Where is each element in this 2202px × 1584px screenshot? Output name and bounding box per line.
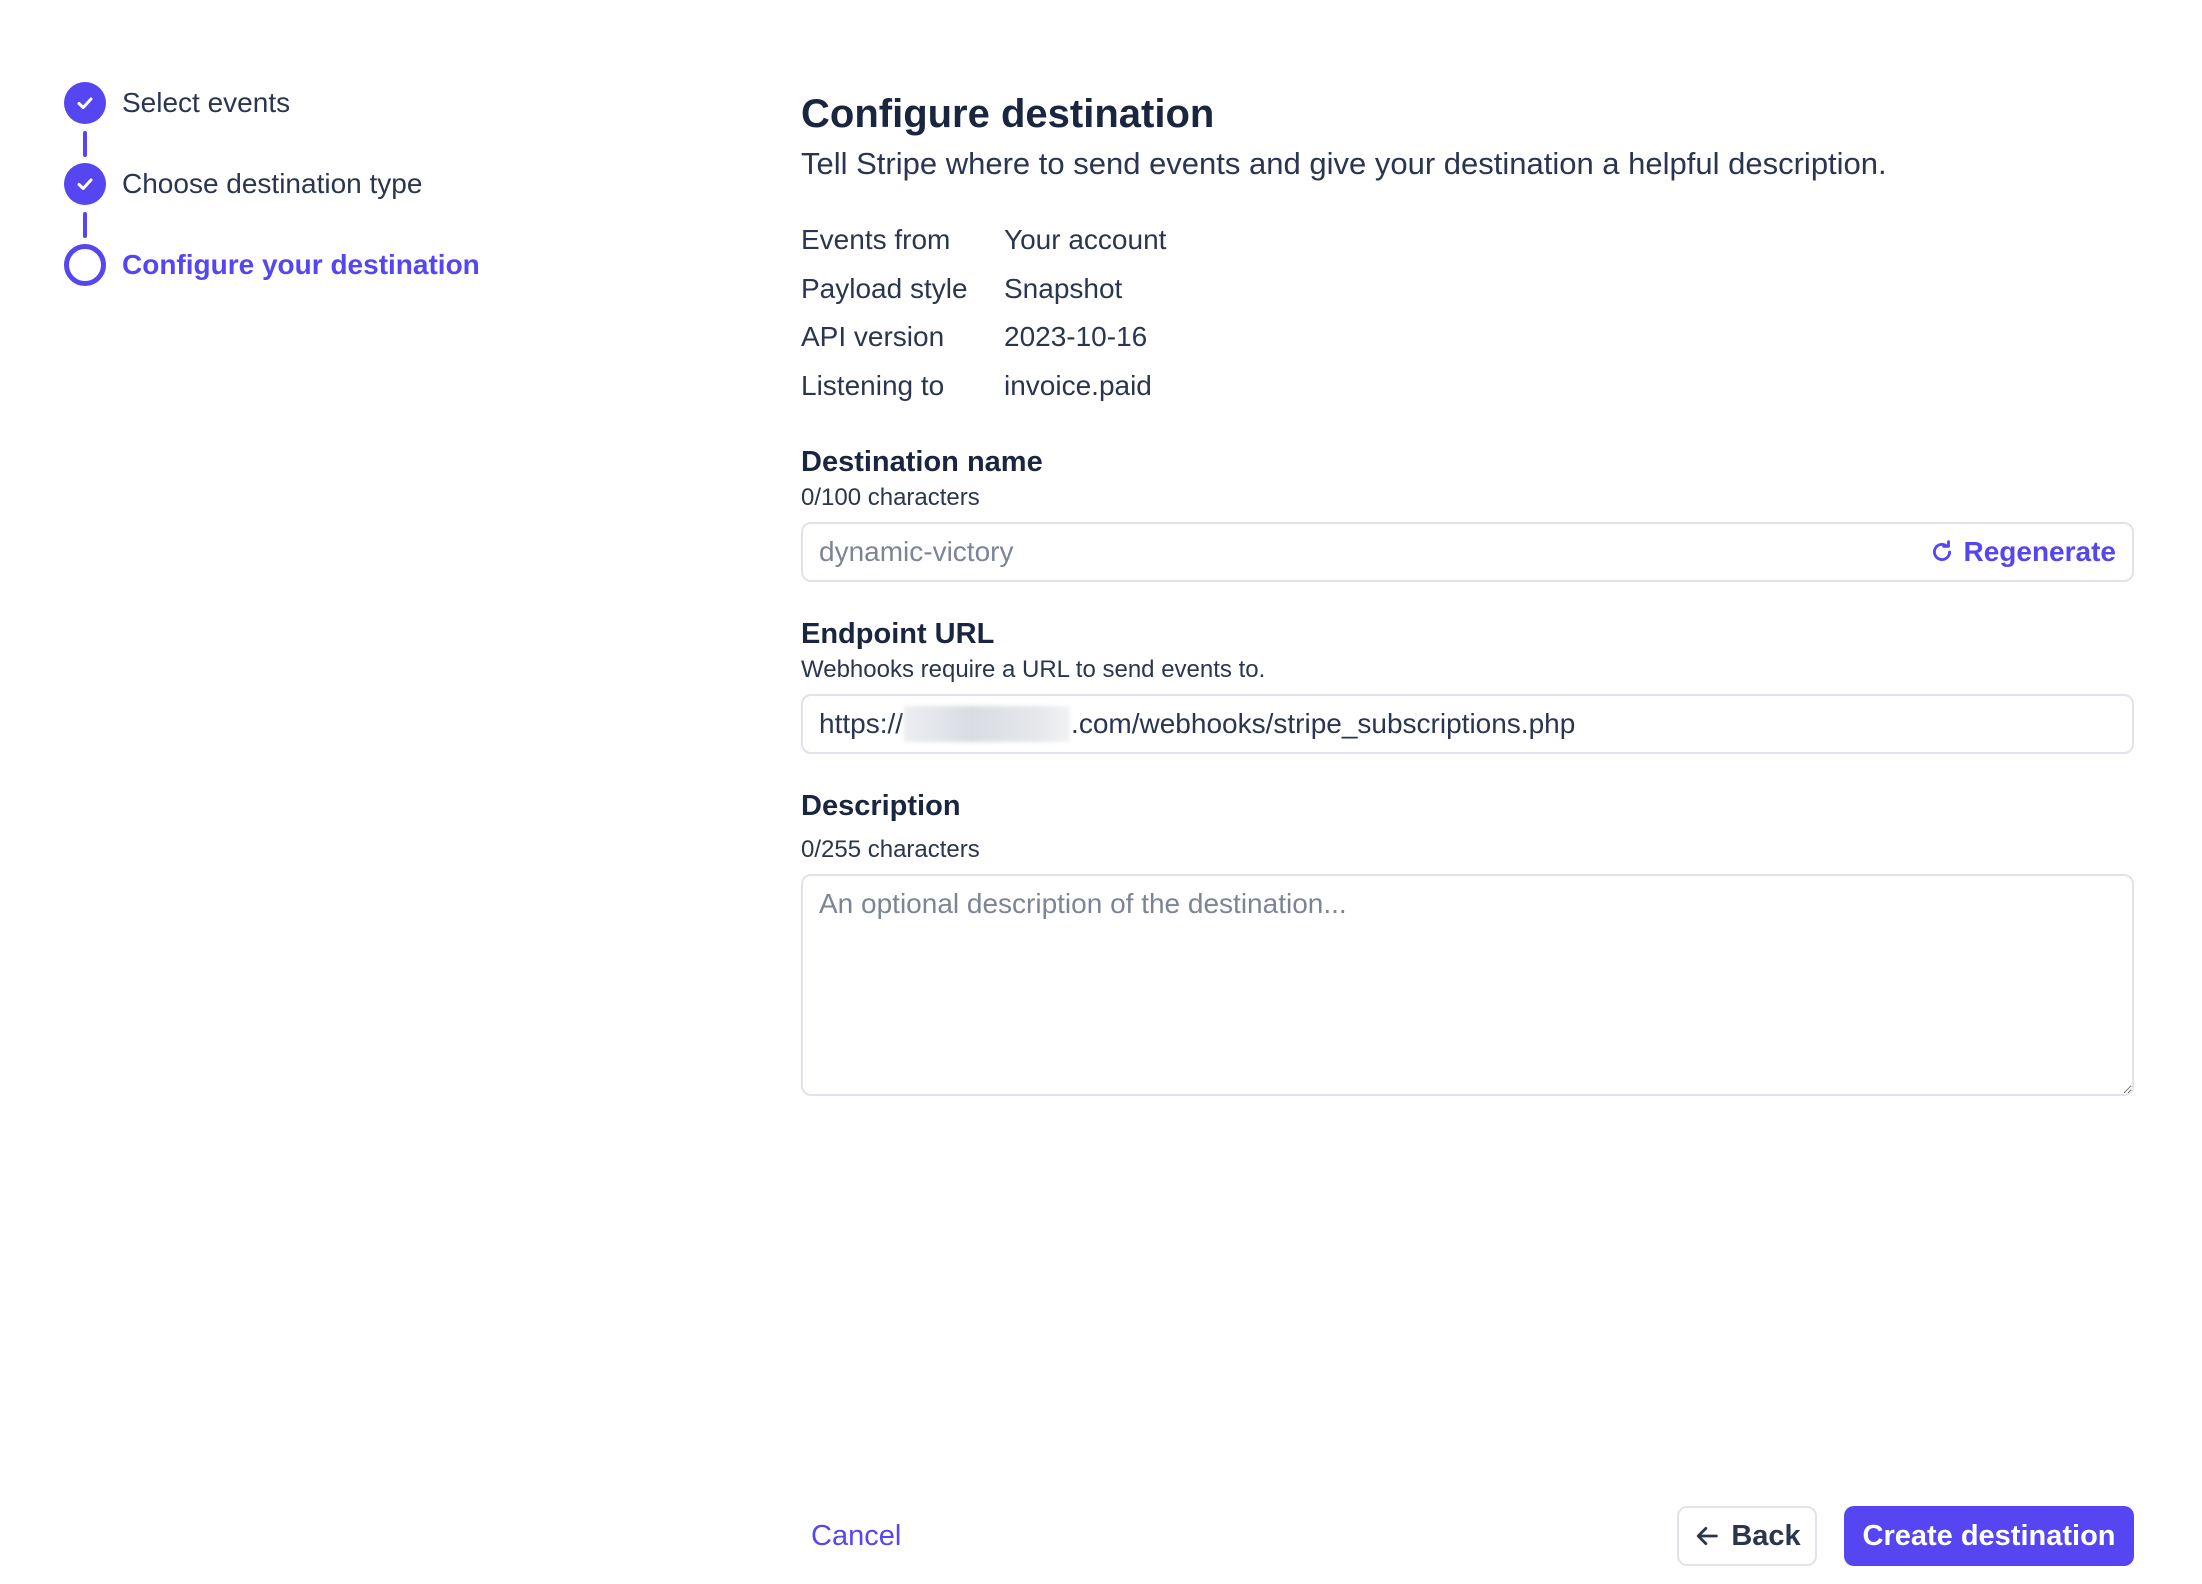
back-label: Back (1731, 1519, 1801, 1552)
summary-value: invoice.paid (1004, 369, 1152, 401)
summary-key: Listening to (801, 369, 945, 401)
refresh-icon (1933, 540, 1952, 561)
description-label: Description (801, 790, 961, 822)
step-label: Select events (122, 87, 291, 118)
step-select-events[interactable]: Select events (64, 82, 624, 163)
checkmark-icon (77, 178, 93, 190)
summary-key: Payload style (801, 272, 968, 304)
step-current-icon (64, 244, 106, 286)
destination-name-label: Destination name (801, 446, 1043, 478)
summary-value: 2023-10-16 (1004, 321, 1148, 353)
endpoint-url-label: Endpoint URL (801, 618, 995, 650)
summary-row: Events from Your account (801, 216, 2134, 265)
destination-name-field: Destination name 0/100 characters Regene… (801, 442, 2134, 582)
destination-name-input-wrapper: Regenerate (801, 522, 2134, 582)
configure-destination-form: Configure destination Tell Stripe where … (801, 88, 2134, 1096)
step-marker (64, 244, 106, 286)
summary-row: Payload style Snapshot (801, 265, 2134, 314)
endpoint-url-field: Endpoint URL Webhooks require a URL to s… (801, 614, 2134, 754)
step-marker (64, 82, 106, 157)
step-label-current: Configure your destination (122, 249, 480, 280)
page-subtitle: Tell Stripe where to send events and giv… (801, 146, 1887, 181)
endpoint-url-prefix: https:// (819, 708, 904, 739)
step-connector (83, 131, 87, 157)
summary-value: Snapshot (1004, 272, 1123, 304)
description-field: Description 0/255 characters (801, 786, 2134, 1096)
summary-key: API version (801, 321, 945, 353)
endpoint-url-hint: Webhooks require a URL to send events to… (801, 656, 1266, 683)
arrow-left-icon (1697, 1527, 1719, 1545)
back-button[interactable]: Back (1677, 1506, 1817, 1566)
step-connector (83, 212, 87, 238)
step-marker (64, 163, 106, 238)
step-choose-destination-type[interactable]: Choose destination type (64, 163, 624, 244)
summary-value: Your account (1004, 224, 1167, 256)
progress-stepper: Select events Choose destination type Co… (64, 82, 624, 325)
endpoint-url-suffix: .com/webhooks/stripe_subscriptions.php (1071, 708, 1576, 739)
description-char-count: 0/255 characters (801, 836, 980, 863)
step-complete-icon (64, 82, 106, 124)
summary-key: Events from (801, 224, 951, 256)
step-complete-icon (64, 163, 106, 205)
create-destination-button[interactable]: Create destination (1844, 1506, 2134, 1566)
form-footer: Cancel Back Create destination (801, 1506, 2134, 1566)
destination-name-input[interactable] (803, 524, 1930, 580)
summary-row: Listening to invoice.paid (801, 362, 2134, 411)
checkmark-icon (77, 97, 93, 109)
endpoint-url-input[interactable]: https:// .com/webhooks/stripe_subscriptio… (801, 694, 2134, 754)
page-title: Configure destination (801, 92, 1215, 136)
summary-row: API version 2023-10-16 (801, 313, 2134, 362)
regenerate-button[interactable]: Regenerate (1929, 536, 2116, 568)
destination-summary: Events from Your account Payload style S… (801, 216, 2134, 410)
step-configure-destination: Configure your destination (64, 244, 624, 325)
description-textarea[interactable] (801, 874, 2134, 1096)
step-label: Choose destination type (122, 168, 423, 199)
destination-name-char-count: 0/100 characters (801, 484, 980, 511)
cancel-button[interactable]: Cancel (811, 1506, 901, 1566)
regenerate-label: Regenerate (1963, 536, 2116, 567)
redacted-domain (904, 706, 1071, 742)
